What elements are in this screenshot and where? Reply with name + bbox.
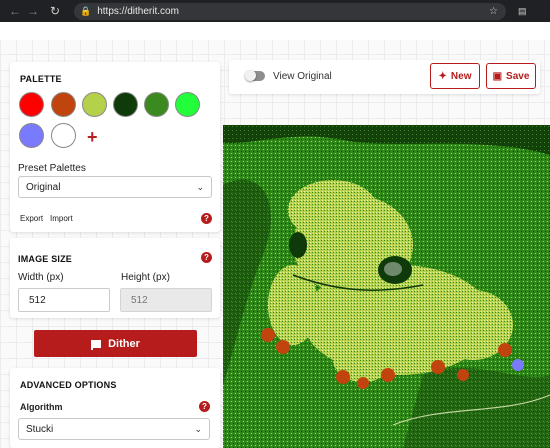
extensions-icon[interactable]: ▤: [518, 6, 527, 17]
height-label: Height (px): [121, 272, 170, 283]
new-button[interactable]: ✦ New: [430, 63, 480, 89]
palette-swatch[interactable]: [175, 92, 200, 117]
palette-swatch[interactable]: [51, 123, 76, 148]
add-color-button[interactable]: +: [87, 128, 98, 146]
frog-image: [223, 125, 550, 448]
view-original-label: View Original: [273, 71, 332, 82]
width-label: Width (px): [18, 272, 64, 283]
dithered-image-preview: [223, 125, 550, 448]
dither-label: Dither: [108, 337, 140, 350]
palette-swatch[interactable]: [144, 92, 169, 117]
algorithm-select[interactable]: Stucki ⌄: [18, 418, 210, 440]
favorites-icon[interactable]: ☆: [489, 6, 498, 17]
chevron-down-icon: ⌄: [196, 181, 204, 192]
app-top-strip: [0, 22, 550, 40]
arrow-left-icon[interactable]: ←: [6, 0, 24, 22]
browser-toolbar: ← → ↻ 🔒 https://ditherit.com ☆ ▤: [0, 0, 550, 22]
advanced-options-panel: ADVANCED OPTIONS Algorithm ? Stucki ⌄: [10, 368, 220, 448]
palette-swatch[interactable]: [82, 92, 107, 117]
address-bar[interactable]: 🔒 https://ditherit.com ☆: [74, 2, 506, 20]
save-button[interactable]: ▣ Save: [486, 63, 536, 89]
view-original-toggle[interactable]: [245, 70, 265, 81]
palette-swatch[interactable]: [19, 92, 44, 117]
image-size-title: IMAGE SIZE: [18, 254, 73, 264]
height-input: 512: [120, 288, 212, 312]
new-label: New: [450, 70, 472, 82]
save-label: Save: [506, 70, 530, 82]
arrow-right-icon[interactable]: →: [24, 0, 42, 22]
help-icon[interactable]: ?: [201, 213, 212, 224]
palette-panel: PALETTE + Preset Palettes Original ⌄ Exp…: [10, 62, 220, 232]
preset-palettes-label: Preset Palettes: [18, 163, 86, 174]
dither-button[interactable]: Dither: [34, 330, 197, 357]
algorithm-label: Algorithm: [20, 402, 63, 412]
palette-title: PALETTE: [20, 74, 62, 84]
algorithm-value: Stucki: [26, 423, 54, 435]
lock-icon: 🔒: [80, 5, 92, 16]
preset-palette-select[interactable]: Original ⌄: [18, 176, 212, 198]
sparkle-icon: ✦: [438, 70, 447, 82]
url-text: https://ditherit.com: [97, 5, 179, 17]
palette-swatch[interactable]: [19, 123, 44, 148]
help-icon[interactable]: ?: [199, 401, 210, 412]
palette-swatch[interactable]: [51, 92, 76, 117]
image-toolbar: View Original ✦ New ▣ Save: [229, 60, 540, 94]
palette-swatch[interactable]: [113, 92, 138, 117]
image-size-panel: IMAGE SIZE ? Width (px) Height (px) 512 …: [10, 238, 220, 318]
export-link[interactable]: Export: [20, 214, 43, 223]
import-link[interactable]: Import: [50, 214, 73, 223]
advanced-options-title: ADVANCED OPTIONS: [20, 380, 117, 390]
width-input[interactable]: 512: [18, 288, 110, 312]
chevron-down-icon: ⌄: [194, 423, 202, 434]
flag-icon: [91, 339, 102, 350]
reload-icon[interactable]: ↻: [46, 0, 64, 22]
help-icon[interactable]: ?: [201, 252, 212, 263]
floppy-disk-icon: ▣: [492, 70, 503, 82]
preset-palette-value: Original: [26, 181, 61, 193]
